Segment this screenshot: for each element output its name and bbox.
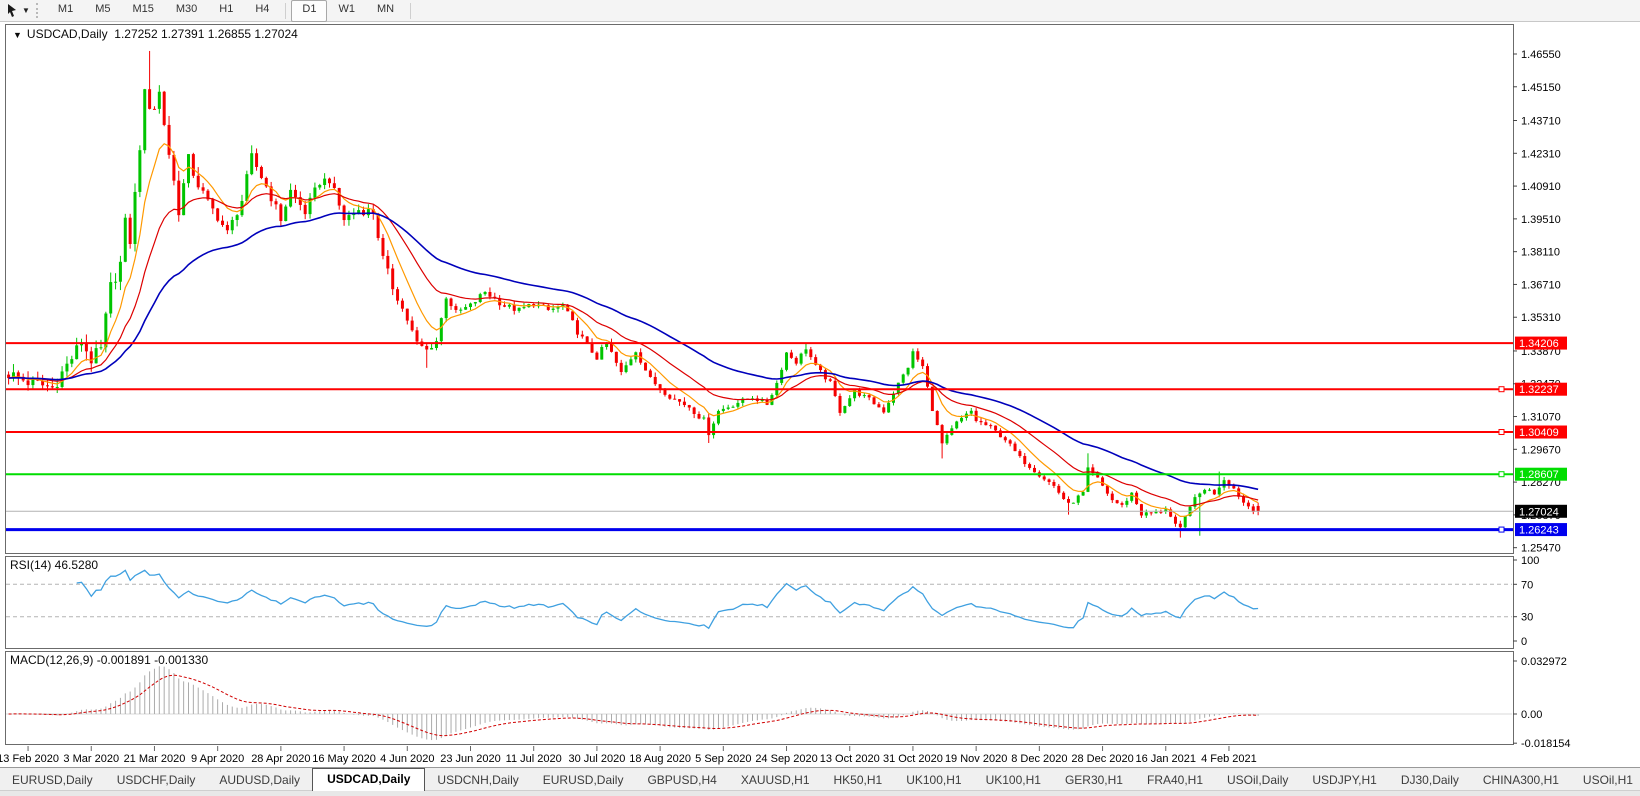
svg-text:21 Mar 2020: 21 Mar 2020 bbox=[124, 753, 186, 765]
svg-text:1.26243: 1.26243 bbox=[1519, 525, 1559, 537]
svg-text:24 Sep 2020: 24 Sep 2020 bbox=[755, 753, 817, 765]
svg-text:1.32237: 1.32237 bbox=[1519, 384, 1559, 396]
svg-text:1.29670: 1.29670 bbox=[1521, 444, 1561, 456]
svg-text:28 Dec 2020: 28 Dec 2020 bbox=[1071, 753, 1133, 765]
svg-text:18 Aug 2020: 18 Aug 2020 bbox=[629, 753, 691, 765]
chart-tabs-bar: EURUSD,DailyUSDCHF,DailyAUDUSD,DailyUSDC… bbox=[0, 767, 1640, 791]
rsi-axis: 100 70 30 0 bbox=[1513, 555, 1539, 648]
svg-text:1.42310: 1.42310 bbox=[1521, 148, 1561, 160]
svg-text:0: 0 bbox=[1521, 636, 1527, 648]
chart-title: ▼ USDCAD,Daily 1.27252 1.27391 1.26855 1.… bbox=[13, 27, 298, 41]
symbol-dropdown-icon[interactable]: ▼ bbox=[13, 30, 22, 40]
svg-text:9 Apr 2020: 9 Apr 2020 bbox=[191, 753, 244, 765]
svg-text:1.35310: 1.35310 bbox=[1521, 312, 1561, 324]
svg-text:1.30409: 1.30409 bbox=[1519, 427, 1559, 439]
time-axis: 13 Feb 2020 3 Mar 2020 21 Mar 2020 9 Apr 20… bbox=[0, 746, 1257, 765]
svg-text:1.27024: 1.27024 bbox=[1519, 506, 1559, 518]
chart-tab-xauusd-h1[interactable]: XAUUSD,H1 bbox=[729, 770, 822, 791]
svg-text:-0.018154: -0.018154 bbox=[1521, 738, 1571, 750]
chart-tab-gbpusd-h4[interactable]: GBPUSD,H4 bbox=[635, 770, 728, 791]
mt4-window: ▼ M1M5M15M30H1H4D1W1MN ▼USDCAD,Daily 1.2… bbox=[0, 0, 1640, 796]
rsi-panel bbox=[6, 557, 1514, 649]
svg-text:13 Feb 2020: 13 Feb 2020 bbox=[0, 753, 59, 765]
svg-text:28 Apr 2020: 28 Apr 2020 bbox=[251, 753, 310, 765]
svg-text:1.25470: 1.25470 bbox=[1521, 543, 1561, 555]
chart-symbol-label: USDCAD,Daily bbox=[27, 27, 108, 41]
rsi-indicator-label: RSI(14) 46.5280 bbox=[10, 558, 98, 572]
chart-tab-eurusd-daily[interactable]: EURUSD,Daily bbox=[531, 770, 636, 791]
svg-text:11 Jul 2020: 11 Jul 2020 bbox=[506, 753, 562, 765]
chart-tab-hk50-h1[interactable]: HK50,H1 bbox=[822, 770, 895, 791]
svg-text:8 Dec 2020: 8 Dec 2020 bbox=[1011, 753, 1067, 765]
svg-text:0.00: 0.00 bbox=[1521, 709, 1542, 721]
chart-tab-usoil-daily[interactable]: USOil,Daily bbox=[1215, 770, 1300, 791]
chart-tab-usdcad-daily[interactable]: USDCAD,Daily bbox=[312, 768, 425, 791]
chart-tab-uk100-h1[interactable]: UK100,H1 bbox=[894, 770, 973, 791]
svg-text:19 Nov 2020: 19 Nov 2020 bbox=[945, 753, 1007, 765]
svg-text:4 Jun 2020: 4 Jun 2020 bbox=[380, 753, 434, 765]
chart-tab-usoil-h1[interactable]: USOil,H1 bbox=[1571, 770, 1640, 791]
chart-ohlc-values: 1.27252 1.27391 1.26855 1.27024 bbox=[114, 27, 298, 41]
chart-tab-audusd-daily[interactable]: AUDUSD,Daily bbox=[207, 770, 312, 791]
chart-tab-usdcnh-daily[interactable]: USDCNH,Daily bbox=[425, 770, 530, 791]
svg-text:23 Jun 2020: 23 Jun 2020 bbox=[440, 753, 501, 765]
chart-tab-dj30-daily[interactable]: DJ30,Daily bbox=[1389, 770, 1471, 791]
svg-text:16 Jan 2021: 16 Jan 2021 bbox=[1135, 753, 1196, 765]
chart-tab-ger30-h1[interactable]: GER30,H1 bbox=[1053, 770, 1135, 791]
svg-text:1.34206: 1.34206 bbox=[1519, 338, 1559, 350]
svg-text:1.38110: 1.38110 bbox=[1521, 247, 1560, 259]
svg-text:1.28607: 1.28607 bbox=[1519, 469, 1559, 481]
svg-text:3 Mar 2020: 3 Mar 2020 bbox=[63, 753, 119, 765]
macd-panel bbox=[6, 652, 1514, 745]
svg-text:30 Jul 2020: 30 Jul 2020 bbox=[568, 753, 625, 765]
svg-text:13 Oct 2020: 13 Oct 2020 bbox=[820, 753, 880, 765]
svg-text:1.40910: 1.40910 bbox=[1521, 181, 1561, 193]
svg-text:16 May 2020: 16 May 2020 bbox=[312, 753, 376, 765]
svg-text:1.36710: 1.36710 bbox=[1521, 279, 1561, 291]
window-bottom-edge bbox=[0, 790, 1640, 796]
chart-tab-fra40-h1[interactable]: FRA40,H1 bbox=[1135, 770, 1215, 791]
svg-text:1.45150: 1.45150 bbox=[1521, 82, 1561, 94]
svg-text:1.46550: 1.46550 bbox=[1521, 49, 1561, 61]
svg-text:4 Feb 2021: 4 Feb 2021 bbox=[1201, 753, 1257, 765]
svg-text:1.39510: 1.39510 bbox=[1521, 214, 1561, 226]
chart-canvas[interactable]: 1.46550 1.45150 1.43710 1.42310 1.40910 1.395… bbox=[0, 0, 1640, 796]
chart-tab-usdjpy-h1[interactable]: USDJPY,H1 bbox=[1300, 770, 1388, 791]
svg-text:70: 70 bbox=[1521, 579, 1533, 591]
svg-text:1.31070: 1.31070 bbox=[1521, 412, 1561, 424]
chart-tab-china300-h1[interactable]: CHINA300,H1 bbox=[1471, 770, 1571, 791]
macd-axis: 0.032972 0.00 -0.018154 bbox=[1513, 656, 1571, 750]
svg-text:31 Oct 2020: 31 Oct 2020 bbox=[883, 753, 943, 765]
svg-text:0.032972: 0.032972 bbox=[1521, 656, 1567, 668]
chart-tab-usdchf-daily[interactable]: USDCHF,Daily bbox=[105, 770, 208, 791]
svg-text:1.43710: 1.43710 bbox=[1521, 116, 1561, 128]
svg-text:100: 100 bbox=[1521, 555, 1539, 567]
chart-tab-eurusd-daily[interactable]: EURUSD,Daily bbox=[0, 770, 105, 791]
macd-indicator-label: MACD(12,26,9) -0.001891 -0.001330 bbox=[10, 653, 208, 667]
svg-text:30: 30 bbox=[1521, 612, 1533, 624]
chart-tab-uk100-h1[interactable]: UK100,H1 bbox=[974, 770, 1053, 791]
svg-text:5 Sep 2020: 5 Sep 2020 bbox=[695, 753, 751, 765]
